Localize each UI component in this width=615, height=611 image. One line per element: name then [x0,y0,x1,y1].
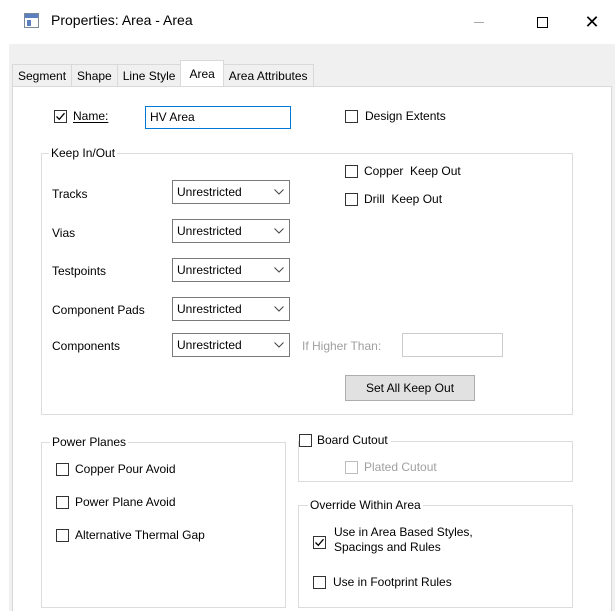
power-plane-avoid-label: Power Plane Avoid [75,495,176,509]
design-extents-label: Design Extents [365,109,446,123]
name-label: Name: [73,109,109,123]
set-all-keep-out-button[interactable]: Set All Keep Out [345,375,475,401]
title-bar: Properties: Area - Area ✕ [0,0,615,44]
copper-keep-out-checkbox[interactable] [345,164,358,178]
chevron-down-icon [274,267,284,273]
power-planes-title: Power Planes [50,435,129,449]
use-in-footprint-rules-label: Use in Footprint Rules [333,575,452,589]
name-checkbox[interactable] [54,109,67,123]
vias-select-value: Unrestricted [177,224,242,238]
tab-strip: Segment Shape Line Style Area Area Attri… [12,60,314,86]
chevron-down-icon [274,342,284,348]
alternative-thermal-gap-label: Alternative Thermal Gap [75,528,205,542]
window-title: Properties: Area - Area [51,12,193,28]
use-in-area-styles-label: Use in Area Based Styles, Spacings and R… [334,525,473,554]
alternative-thermal-gap-checkbox[interactable] [56,528,69,542]
plated-cutout-checkbox[interactable] [345,460,358,474]
testpoints-label: Testpoints [52,264,107,278]
chevron-down-icon [274,189,284,195]
keep-in-out-title: Keep In/Out [49,146,118,160]
copper-pour-avoid-label: Copper Pour Avoid [75,462,176,476]
components-select[interactable]: Unrestricted [172,333,290,357]
power-plane-avoid-checkbox[interactable] [56,495,69,509]
copper-keep-out-label: Copper Keep Out [364,164,461,178]
name-input[interactable]: HV Area [145,106,291,129]
minimize-button[interactable] [456,0,502,44]
tracks-select[interactable]: Unrestricted [172,180,290,204]
check-icon [56,112,65,120]
copper-pour-avoid-checkbox[interactable] [56,462,69,476]
component-pads-select-value: Unrestricted [177,302,242,316]
if-higher-than-input[interactable] [402,333,503,357]
component-pads-select[interactable]: Unrestricted [172,297,290,321]
override-within-area-group [298,505,573,608]
component-pads-label: Component Pads [52,303,145,317]
keep-in-out-group [41,153,573,415]
vias-select[interactable]: Unrestricted [172,219,290,243]
use-in-area-styles-checkbox[interactable] [313,536,326,550]
close-icon: ✕ [584,12,600,32]
components-select-value: Unrestricted [177,338,242,352]
app-icon [24,13,39,28]
chevron-down-icon [274,306,284,312]
check-icon [315,539,324,547]
testpoints-select[interactable]: Unrestricted [172,258,290,282]
tab-shape[interactable]: Shape [71,64,118,86]
components-label: Components [52,339,121,353]
tracks-label: Tracks [52,187,88,201]
board-cutout-checkbox[interactable] [299,433,312,447]
testpoints-select-value: Unrestricted [177,263,242,277]
maximize-button[interactable] [519,0,565,44]
override-within-area-title: Override Within Area [308,498,423,512]
tab-area-attributes[interactable]: Area Attributes [222,64,314,86]
plated-cutout-label: Plated Cutout [364,460,437,474]
drill-keep-out-label: Drill Keep Out [364,192,443,206]
board-cutout-label: Board Cutout [317,433,388,447]
maximize-icon [536,16,548,28]
tab-line-style[interactable]: Line Style [116,64,182,86]
tab-area[interactable]: Area [180,60,224,86]
vias-label: Vias [52,226,76,240]
close-button[interactable]: ✕ [569,0,615,44]
drill-keep-out-checkbox[interactable] [345,192,358,206]
if-higher-than-label: If Higher Than: [302,339,382,353]
minimize-icon [474,21,484,23]
chevron-down-icon [274,228,284,234]
use-in-footprint-rules-checkbox[interactable] [313,575,326,589]
design-extents-checkbox[interactable] [345,109,358,123]
tracks-select-value: Unrestricted [177,185,242,199]
tab-segment[interactable]: Segment [12,64,73,86]
